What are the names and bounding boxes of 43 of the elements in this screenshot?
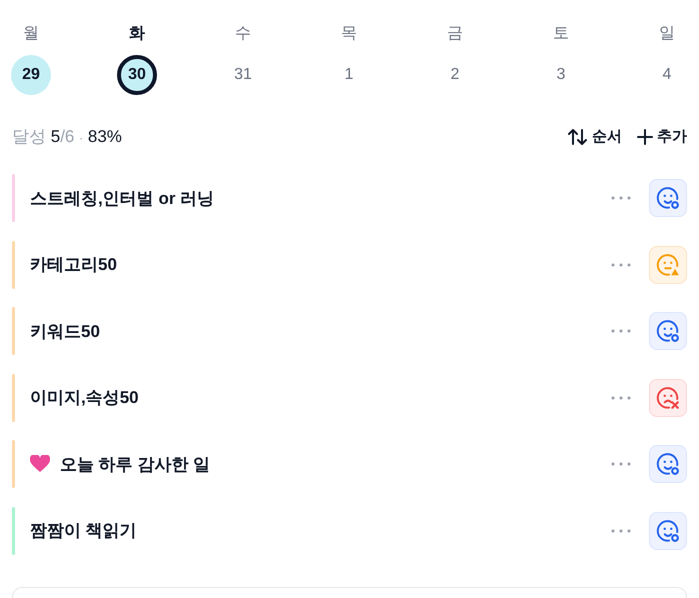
task-title: 키워드50 <box>30 320 101 342</box>
frown-face-icon <box>655 384 681 410</box>
status-button[interactable] <box>649 445 687 483</box>
weekday-label: 목 <box>341 24 357 44</box>
status-button[interactable] <box>649 378 687 416</box>
task-title: 이미지,속성50 <box>30 387 140 409</box>
neutral-face-icon <box>655 252 681 278</box>
more-icon[interactable] <box>611 329 631 333</box>
date-button[interactable]: 1 <box>329 55 369 95</box>
sort-button[interactable]: 순서 <box>567 127 622 146</box>
smile-face-icon <box>655 451 681 477</box>
date-button[interactable]: 3 <box>541 55 581 95</box>
date-button[interactable]: 31 <box>223 55 263 95</box>
date-button[interactable]: 30 <box>117 55 157 95</box>
more-icon[interactable] <box>611 196 631 200</box>
weekday-label: 화 <box>129 24 145 44</box>
smile-face-icon <box>655 518 681 544</box>
weekday-label: 토 <box>553 24 569 44</box>
task-title: 짬짬이 책읽기 <box>30 520 138 542</box>
task-title: 오늘 하루 감사한 일 <box>60 454 212 476</box>
date-button[interactable]: 4 <box>647 55 687 95</box>
more-icon[interactable] <box>611 528 631 532</box>
status-button[interactable] <box>649 312 687 350</box>
more-icon[interactable] <box>611 262 631 266</box>
status-button[interactable] <box>649 179 687 217</box>
status-button[interactable] <box>649 246 687 284</box>
weekday-label: 금 <box>447 24 463 44</box>
more-icon[interactable] <box>611 396 631 400</box>
smile-face-icon <box>655 318 681 344</box>
add-button[interactable]: 추가 <box>636 127 687 146</box>
task-title: 카테고리50 <box>30 254 118 276</box>
more-icon[interactable] <box>611 462 631 466</box>
weekday-label: 일 <box>659 24 675 44</box>
date-button[interactable]: 29 <box>11 55 51 95</box>
date-button[interactable]: 2 <box>435 55 475 95</box>
status-button[interactable] <box>649 512 687 550</box>
weekday-label: 수 <box>235 24 251 44</box>
task-title: 스트레칭,인터벌 or 러닝 <box>30 188 216 210</box>
sort-arrows-icon <box>567 128 589 146</box>
achievement-summary: 달성 5/6 · 83% <box>12 126 122 148</box>
weekday-label: 월 <box>23 24 39 44</box>
smile-face-icon <box>655 185 681 211</box>
plus-icon <box>636 128 654 146</box>
